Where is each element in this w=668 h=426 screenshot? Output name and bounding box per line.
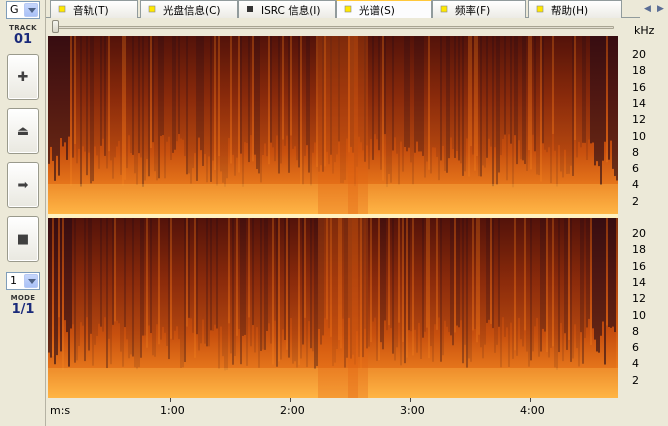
frequency-tick-label: 4 [632,178,639,192]
spectrogram-view[interactable] [48,36,618,398]
tab-bar: 音轨(T) 光盘信息(C) ISRC 信息(I) 光谱(S) 频率(F) 帮助(… [46,0,668,19]
tab-help[interactable]: 帮助(H) [528,0,622,18]
flag-icon [58,5,66,13]
time-tick-label: 2:00 [280,404,305,417]
track-number: 01 [13,32,33,47]
plus-icon: ✚ [17,69,29,85]
left-control-panel: G TRACK 01 ✚ ⏏ ➡ ■ 1 MODE 1/1 [0,0,46,426]
frequency-tick-label: 4 [632,357,639,371]
tab-frequency[interactable]: 频率(F) [432,0,526,18]
tab-label: 频率(F) [455,5,491,17]
tab-label: 帮助(H) [551,5,589,17]
mode-select[interactable]: 1 [6,272,40,290]
frequency-tick-label: 10 [632,129,646,143]
tab-disc-info[interactable]: 光盘信息(C) [140,0,238,18]
frequency-tick-label: 14 [632,96,646,110]
frequency-tick-label: 2 [632,373,639,387]
tab-label: 光盘信息(C) [163,5,221,17]
frequency-tick-label: 16 [632,259,646,273]
frequency-tick-label: 14 [632,275,646,289]
position-slider[interactable] [46,18,620,36]
frequency-tick-label: 10 [632,308,646,322]
time-unit-label: m:s [50,404,71,417]
frequency-tick-label: 12 [632,113,646,127]
frequency-tick-label: 18 [632,64,646,78]
frequency-tick-label: 6 [632,341,639,355]
time-tick-label: 1:00 [160,404,185,417]
drive-select-value: G [10,3,19,16]
frequency-axis: kHz 20 18 16 14 12 10 8 6 4 2 20 18 16 14 12 10 8 6 4 2 [620,18,668,398]
time-tick-mark [410,398,411,402]
stop-icon: ■ [16,231,30,247]
mode-label: MODE [10,294,36,302]
stop-button[interactable]: ■ [7,216,39,262]
track-label: TRACK [9,24,37,32]
spectrogram-image [48,36,618,398]
slider-track[interactable] [54,26,614,29]
chevron-down-icon[interactable] [24,3,38,17]
tab-label: 光谱(S) [359,5,395,17]
frequency-tick-label: 2 [632,194,639,208]
time-axis: m:s 1:00 2:00 3:00 4:00 [46,398,620,426]
tab-label: 音轨(T) [73,5,109,17]
frequency-unit: kHz [634,24,655,37]
flag-icon [440,5,448,13]
square-icon [247,6,253,12]
flag-icon [536,5,544,13]
tab-isrc-info[interactable]: ISRC 信息(I) [238,0,336,18]
frequency-tick-label: 20 [632,227,646,240]
frequency-tick-label: 8 [632,324,639,338]
time-tick-mark [170,398,171,402]
tab-label: ISRC 信息(I) [261,5,321,17]
time-tick-label: 4:00 [520,404,545,417]
arrow-right-icon: ➡ [17,177,29,193]
frequency-tick-label: 20 [632,48,646,61]
eject-icon: ⏏ [16,123,30,139]
tab-tracks[interactable]: 音轨(T) [50,0,138,18]
frequency-tick-label: 6 [632,162,639,176]
frequency-tick-label: 18 [632,243,646,257]
time-tick-label: 3:00 [400,404,425,417]
channel-divider [48,214,618,218]
flag-icon [148,5,156,13]
frequency-tick-label: 8 [632,145,639,159]
scroll-right-icon[interactable]: ▶ [654,2,667,16]
tab-scroll-buttons: ◀ ▶ [640,0,668,18]
eject-button[interactable]: ⏏ [7,108,39,154]
scroll-left-icon[interactable]: ◀ [641,2,654,16]
tab-spectrum[interactable]: 光谱(S) [336,0,432,19]
mode-select-value: 1 [10,274,17,287]
mode-value: 1/1 [11,302,35,317]
spectrum-app: { "left_panel": { "drive_select": "G", "… [0,0,668,426]
play-button[interactable]: ➡ [7,162,39,208]
flag-icon [344,5,352,13]
chevron-down-icon[interactable] [24,274,38,288]
frequency-tick-label: 16 [632,80,646,94]
frequency-tick-label: 12 [632,292,646,306]
time-tick-mark [290,398,291,402]
time-tick-mark [530,398,531,402]
drive-select[interactable]: G [6,1,40,19]
add-button[interactable]: ✚ [7,54,39,100]
slider-thumb[interactable] [52,20,59,33]
